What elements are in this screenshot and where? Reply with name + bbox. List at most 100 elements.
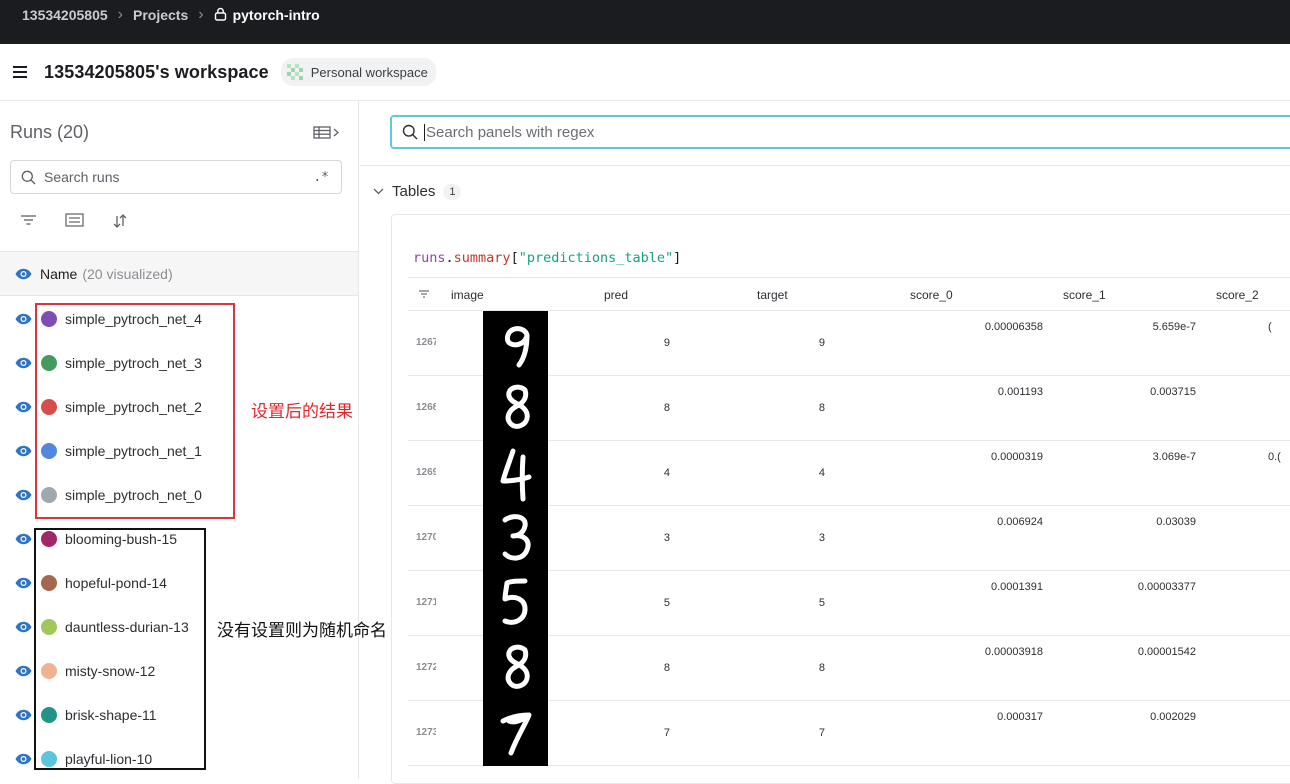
group-icon[interactable] <box>65 213 84 227</box>
eye-icon[interactable] <box>15 268 32 280</box>
table-row[interactable]: 1272 8 8 0.00003918 0.00001542 <box>408 636 1290 701</box>
eye-icon[interactable] <box>15 665 32 677</box>
section-title: Tables <box>392 183 436 200</box>
column-header-pred[interactable]: pred <box>604 288 628 302</box>
mnist-digit-image[interactable] <box>483 506 548 571</box>
cell-score-0: 0.00006358 <box>984 321 1043 333</box>
cell-target: 3 <box>818 532 825 544</box>
expr-runs: runs <box>413 250 446 266</box>
table-row[interactable]: 1273 7 7 0.000317 0.002029 <box>408 701 1290 766</box>
cell-target: 5 <box>818 597 825 609</box>
cell-score-1: 0.002029 <box>1150 711 1196 723</box>
regex-toggle[interactable]: .* <box>313 170 329 185</box>
mnist-digit-image[interactable] <box>483 441 548 506</box>
visualized-count: (20 visualized) <box>82 265 173 282</box>
cell-target: 8 <box>818 402 825 414</box>
breadcrumb-project[interactable]: pytorch-intro <box>233 7 320 23</box>
cell-score-1: 0.03039 <box>1156 516 1196 528</box>
row-index: 1269 <box>416 467 436 478</box>
cell-pred: 8 <box>663 662 670 674</box>
sort-icon[interactable] <box>112 213 128 229</box>
search-runs-placeholder: Search runs <box>44 169 120 185</box>
table-body: 1267 9 9 0.00006358 5.659e-7 ( 1268 8 8 0.001193 0… <box>408 311 1290 766</box>
eye-icon[interactable] <box>15 577 32 589</box>
eye-icon[interactable] <box>15 313 32 325</box>
annotation-box-named-runs <box>35 303 235 519</box>
cell-score-0: 0.0001391 <box>991 581 1043 593</box>
name-column-label[interactable]: Name <box>40 266 77 282</box>
column-header-score-2[interactable]: score_2 <box>1216 288 1259 302</box>
predictions-table-panel: runs.summary["predictions_table"] image … <box>391 214 1290 784</box>
expr-summary: summary <box>453 250 511 266</box>
runs-title: Runs (20) <box>10 122 90 142</box>
workspace-header: 13534205805's workspace Personal workspa… <box>0 44 1290 101</box>
table-row[interactable]: 1271 5 5 0.0001391 0.00003377 <box>408 571 1290 636</box>
table-row[interactable]: 1270 3 3 0.006924 0.03039 <box>408 506 1290 571</box>
breadcrumb-user[interactable]: 13534205805 <box>22 7 108 23</box>
workspace-badge: Personal workspace <box>280 58 436 86</box>
panel-expression[interactable]: runs.summary["predictions_table"] <box>413 250 681 266</box>
workspace-title: 13534205805's workspace <box>44 61 269 82</box>
eye-icon[interactable] <box>15 753 32 765</box>
column-header-target[interactable]: target <box>757 288 788 302</box>
cell-score-0: 0.000317 <box>997 711 1043 723</box>
breadcrumb-separator: › <box>117 6 123 23</box>
breadcrumb-separator: › <box>198 6 204 23</box>
column-header-score-1[interactable]: score_1 <box>1063 288 1106 302</box>
table-view-icon[interactable] <box>313 125 341 141</box>
search-icon <box>21 170 36 184</box>
row-index: 1270 <box>416 532 436 543</box>
cell-pred: 5 <box>663 597 670 609</box>
cell-target: 8 <box>818 662 825 674</box>
eye-icon[interactable] <box>15 709 32 721</box>
annotation-note-named: 设置后的结果 <box>251 402 353 422</box>
cell-score-1: 0.00003377 <box>1137 581 1196 593</box>
cell-pred: 8 <box>663 402 670 414</box>
table-row[interactable]: 1267 9 9 0.00006358 5.659e-7 ( <box>408 311 1290 376</box>
mnist-digit-image[interactable] <box>483 636 548 701</box>
column-header-image[interactable]: image <box>451 288 484 302</box>
breadcrumb-projects[interactable]: Projects <box>133 7 188 23</box>
eye-icon[interactable] <box>15 533 32 545</box>
eye-icon[interactable] <box>15 357 32 369</box>
table-row[interactable]: 1269 4 4 0.0000319 3.069e-7 0.( <box>408 441 1290 506</box>
eye-icon[interactable] <box>15 401 32 413</box>
cell-score-0: 0.0000319 <box>991 451 1043 463</box>
run-name-header: Name (20 visualized) <box>0 251 358 296</box>
filter-icon[interactable] <box>20 213 37 227</box>
cell-score-0: 0.006924 <box>997 516 1043 528</box>
table-header: image pred target score_0 score_1 score_… <box>408 277 1290 311</box>
column-filter-icon[interactable] <box>419 287 429 301</box>
mnist-digit-image[interactable] <box>483 311 548 376</box>
eye-icon[interactable] <box>15 621 32 633</box>
column-header-score-0[interactable]: score_0 <box>910 288 953 302</box>
mnist-digit-image[interactable] <box>483 571 548 636</box>
search-panels-input[interactable]: Search panels with regex <box>390 115 1290 149</box>
row-index: 1267 <box>416 337 436 348</box>
row-index: 1268 <box>416 402 436 413</box>
cell-score-0: 0.001193 <box>997 386 1043 398</box>
cell-target: 7 <box>818 727 825 739</box>
cell-score-0: 0.00003918 <box>984 646 1043 658</box>
table-row[interactable]: 1268 8 8 0.001193 0.003715 <box>408 376 1290 441</box>
expr-bracket-close: ] <box>673 250 682 266</box>
eye-icon[interactable] <box>15 489 32 501</box>
expr-dot: . <box>445 250 454 266</box>
mnist-digit-image[interactable] <box>483 701 548 766</box>
lock-icon <box>214 7 227 24</box>
search-runs-input[interactable]: Search runs .* <box>10 160 342 194</box>
run-toolbar <box>20 213 128 229</box>
annotation-box-random-runs <box>34 528 206 770</box>
workspace-avatar-icon <box>286 64 303 80</box>
cell-score-1: 0.00001542 <box>1137 646 1196 658</box>
cell-score-1: 3.069e-7 <box>1152 451 1196 463</box>
menu-icon[interactable] <box>13 66 27 78</box>
search-panels-placeholder: Search panels with regex <box>424 123 595 141</box>
section-tables-header[interactable]: Tables 1 <box>373 183 462 200</box>
cell-score-2: ( <box>1268 321 1272 333</box>
eye-icon[interactable] <box>15 445 32 457</box>
mnist-digit-image[interactable] <box>483 376 548 441</box>
cell-score-1: 0.003715 <box>1150 386 1196 398</box>
chevron-down-icon[interactable] <box>373 188 384 195</box>
workspace-badge-label: Personal workspace <box>310 64 428 80</box>
